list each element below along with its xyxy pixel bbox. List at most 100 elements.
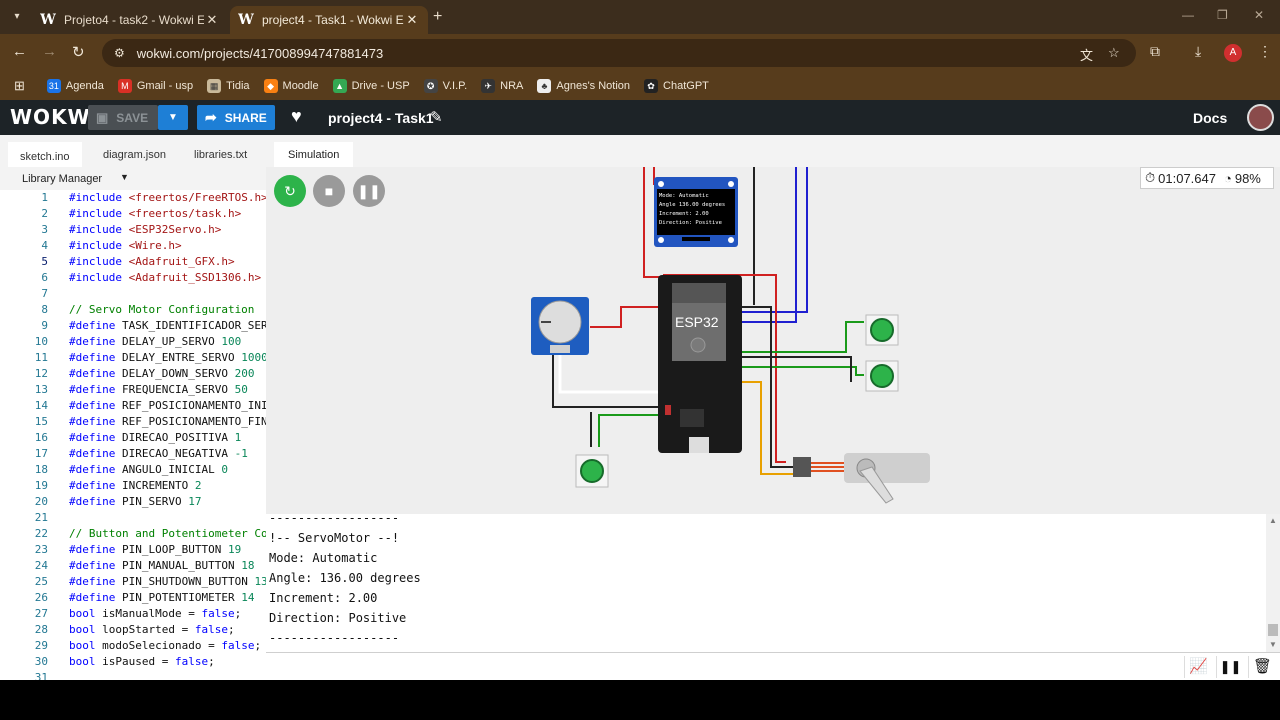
code-text: #define PIN_SERVO 17 [69,495,202,508]
floppy-disk-icon: ▣ [96,109,109,125]
serial-line: Angle: 136.00 degrees [269,571,421,585]
edit-pencil-icon[interactable]: ✎ [430,108,443,126]
wokwi-favicon-icon: W [238,12,254,28]
extensions-icon[interactable]: ⧉ [1150,43,1160,60]
code-line[interactable]: 8 // Servo Motor Configuration [0,302,266,318]
save-dropdown-button[interactable]: ▼ [158,105,188,130]
serial-line: Increment: 2.00 [269,591,378,605]
reload-icon[interactable]: ↻ [72,43,85,61]
code-line[interactable]: 9 #define TASK_IDENTIFICADOR_SERVO [0,318,266,334]
browser-tab-1[interactable]: W Projeto4 - task2 - Wokwi ESP32 ✕ [32,6,228,34]
code-line[interactable]: 11 #define DELAY_ENTRE_SERVO 1000 [0,350,266,366]
new-tab-plus-icon[interactable]: + [433,8,442,26]
code-line[interactable]: 6 #include <Adafruit_SSD1306.h> [0,270,266,286]
menu-kebab-icon[interactable]: ⋮ [1258,43,1272,60]
bookmark-drive[interactable]: ▲ Drive - USP [332,79,410,93]
scroll-up-icon[interactable]: ▲ [1269,516,1277,525]
apps-grid-icon[interactable]: ⊞ [14,78,25,94]
save-button[interactable]: ▣ SAVE [88,105,158,130]
profile-avatar[interactable]: A [1224,44,1242,62]
code-line[interactable]: 26 #define PIN_POTENTIOMETER 14 [0,590,266,606]
code-line[interactable]: 23 #define PIN_LOOP_BUTTON 19 [0,542,266,558]
simulation-canvas[interactable]: ↻ ■ ❚❚ ⏱ 01:07.647 ◔ 98% Mode: Automatic… [266,167,1280,514]
code-line[interactable]: 14 #define REF_POSICIONAMENTO_INICIAL [0,398,266,414]
browser-tab-strip: ▾ W Projeto4 - task2 - Wokwi ESP32 ✕ W p… [0,0,1280,34]
code-line[interactable]: 29 bool modoSelecionado = false; [0,638,266,654]
docs-link[interactable]: Docs [1193,110,1227,126]
trash-icon[interactable]: 🗑 [1248,656,1276,678]
heart-icon[interactable]: ♥ [291,106,302,127]
code-line[interactable]: 20 #define PIN_SERVO 17 [0,494,266,510]
bookmark-gmail[interactable]: M Gmail - usp [117,79,193,93]
code-text: // Servo Motor Configuration [69,303,255,316]
minimize-icon[interactable]: — [1182,8,1194,22]
caret-down-icon[interactable]: ▼ [120,172,129,182]
code-line[interactable]: 13 #define FREQUENCIA_SERVO 50 [0,382,266,398]
tab-libraries-txt[interactable]: libraries.txt [182,142,259,167]
line-number: 2 [41,207,48,220]
scroll-thumb[interactable] [1268,624,1278,636]
bookmark-moodle[interactable]: ◆ Moodle [263,79,319,93]
code-line[interactable]: 31 [0,670,266,680]
wokwi-header: WOKWI ▣ SAVE ▼ ➦ SHARE ♥ project4 - Task1 … [0,100,1280,135]
code-line[interactable]: 15 #define REF_POSICIONAMENTO_FINAL [0,414,266,430]
code-line[interactable]: 16 #define DIRECAO_POSITIVA 1 [0,430,266,446]
code-line[interactable]: 24 #define PIN_MANUAL_BUTTON 18 [0,558,266,574]
site-info-icon[interactable]: ⚙ [114,46,125,60]
bookmark-star-icon[interactable]: ☆ [1108,45,1120,61]
back-arrow-icon[interactable]: ← [12,43,27,60]
code-line[interactable]: 30 bool isPaused = false; [0,654,266,670]
close-tab-icon[interactable]: ✕ [204,12,220,28]
share-button[interactable]: ➦ SHARE [197,105,275,130]
code-text: bool modoSelecionado = false; [69,639,262,652]
wokwi-logo[interactable]: WOKWI [10,105,99,129]
plotter-chart-icon[interactable]: 📈 [1184,656,1212,678]
code-line[interactable]: 27 bool isManualMode = false; [0,606,266,622]
tab-simulation[interactable]: Simulation [274,142,354,167]
code-line[interactable]: 7 [0,286,266,302]
code-line[interactable]: 18 #define ANGULO_INICIAL 0 [0,462,266,478]
code-line[interactable]: 4 #include <Wire.h> [0,238,266,254]
line-number: 27 [34,607,48,620]
forward-arrow-icon[interactable]: → [42,43,57,60]
tab-search-chevron-icon[interactable]: ▾ [8,8,26,26]
downloads-icon[interactable]: ⤓ [1195,43,1201,60]
code-line[interactable]: 17 #define DIRECAO_NEGATIVA -1 [0,446,266,462]
address-bar[interactable]: ⚙ wokwi.com/projects/417008994747881473 … [102,39,1136,67]
bookmark-tidia[interactable]: ▦ Tidia [207,79,250,93]
drive-icon: ▲ [332,79,347,93]
code-line[interactable]: 21 [0,510,266,526]
code-line[interactable]: 25 #define PIN_SHUTDOWN_BUTTON 13 [0,574,266,590]
code-line[interactable]: 12 #define DELAY_DOWN_SERVO 200 [0,366,266,382]
code-line[interactable]: 28 bool loopStarted = false; [0,622,266,638]
bookmark-chatgpt[interactable]: ✿ ChatGPT [644,79,709,93]
tab-sketch-ino[interactable]: sketch.ino [8,142,82,167]
bookmark-agenda[interactable]: 31 Agenda [46,79,104,93]
code-line[interactable]: 3 #include <ESP32Servo.h> [0,222,266,238]
line-number: 20 [34,495,48,508]
user-avatar[interactable] [1247,104,1274,131]
pause-serial-icon[interactable]: ❚❚ [1216,656,1244,678]
tab-diagram-json[interactable]: diagram.json [91,142,178,167]
code-line[interactable]: 10 #define DELAY_UP_SERVO 100 [0,334,266,350]
code-line[interactable]: 2 #include <freertos/task.h> [0,206,266,222]
close-window-icon[interactable]: ✕ [1254,8,1264,22]
bookmark-nra[interactable]: ✈ NRA [481,79,523,93]
oled-display: Mode: Automatic Angle 136.00 degrees Inc… [654,177,738,247]
code-line[interactable]: 5 #include <Adafruit_GFX.h> [0,254,266,270]
maximize-icon[interactable]: ❐ [1217,8,1228,22]
code-line[interactable]: 22 // Button and Potentiometer Config [0,526,266,542]
wire-orange-servo [736,381,796,475]
bookmark-vip[interactable]: ✪ V.I.P. [423,79,467,93]
library-manager-tab[interactable]: Library Manager ▼ [0,170,266,190]
code-editor[interactable]: 1 #include <freertos/FreeRTOS.h> 2 #include… [0,190,266,680]
code-line[interactable]: 19 #define INCREMENTO 2 [0,478,266,494]
browser-tab-2-active[interactable]: W project4 - Task1 - Wokwi ESP32 ✕ [230,6,428,34]
scroll-down-icon[interactable]: ▼ [1269,640,1277,649]
translate-icon[interactable]: 文 [1080,45,1093,64]
bookmark-notion[interactable]: ♣ Agnes's Notion [537,79,630,93]
close-tab-icon[interactable]: ✕ [404,12,420,28]
code-line[interactable]: 1 #include <freertos/FreeRTOS.h> [0,190,266,206]
serial-input-bar[interactable]: 📈 ❚❚ 🗑 [266,652,1280,680]
serial-scrollbar[interactable]: ▲ ▼ [1266,514,1280,652]
